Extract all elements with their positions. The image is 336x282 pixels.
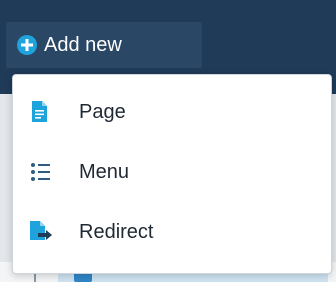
add-new-button[interactable]: Add new	[6, 22, 202, 68]
menu-item-menu[interactable]: Menu	[13, 143, 331, 201]
plus-circle-icon	[16, 34, 38, 56]
add-new-label: Add new	[44, 34, 122, 56]
menu-item-redirect[interactable]: Redirect	[13, 203, 331, 261]
menu-item-label: Redirect	[79, 221, 154, 243]
menu-item-label: Page	[79, 101, 126, 123]
page-icon	[27, 100, 53, 124]
menu-item-page[interactable]: Page	[13, 83, 331, 141]
menu-list-icon	[27, 160, 53, 184]
redirect-icon	[27, 220, 53, 244]
add-new-dropdown-menu: Page Menu Redirect	[12, 74, 332, 274]
menu-item-label: Menu	[79, 161, 130, 183]
